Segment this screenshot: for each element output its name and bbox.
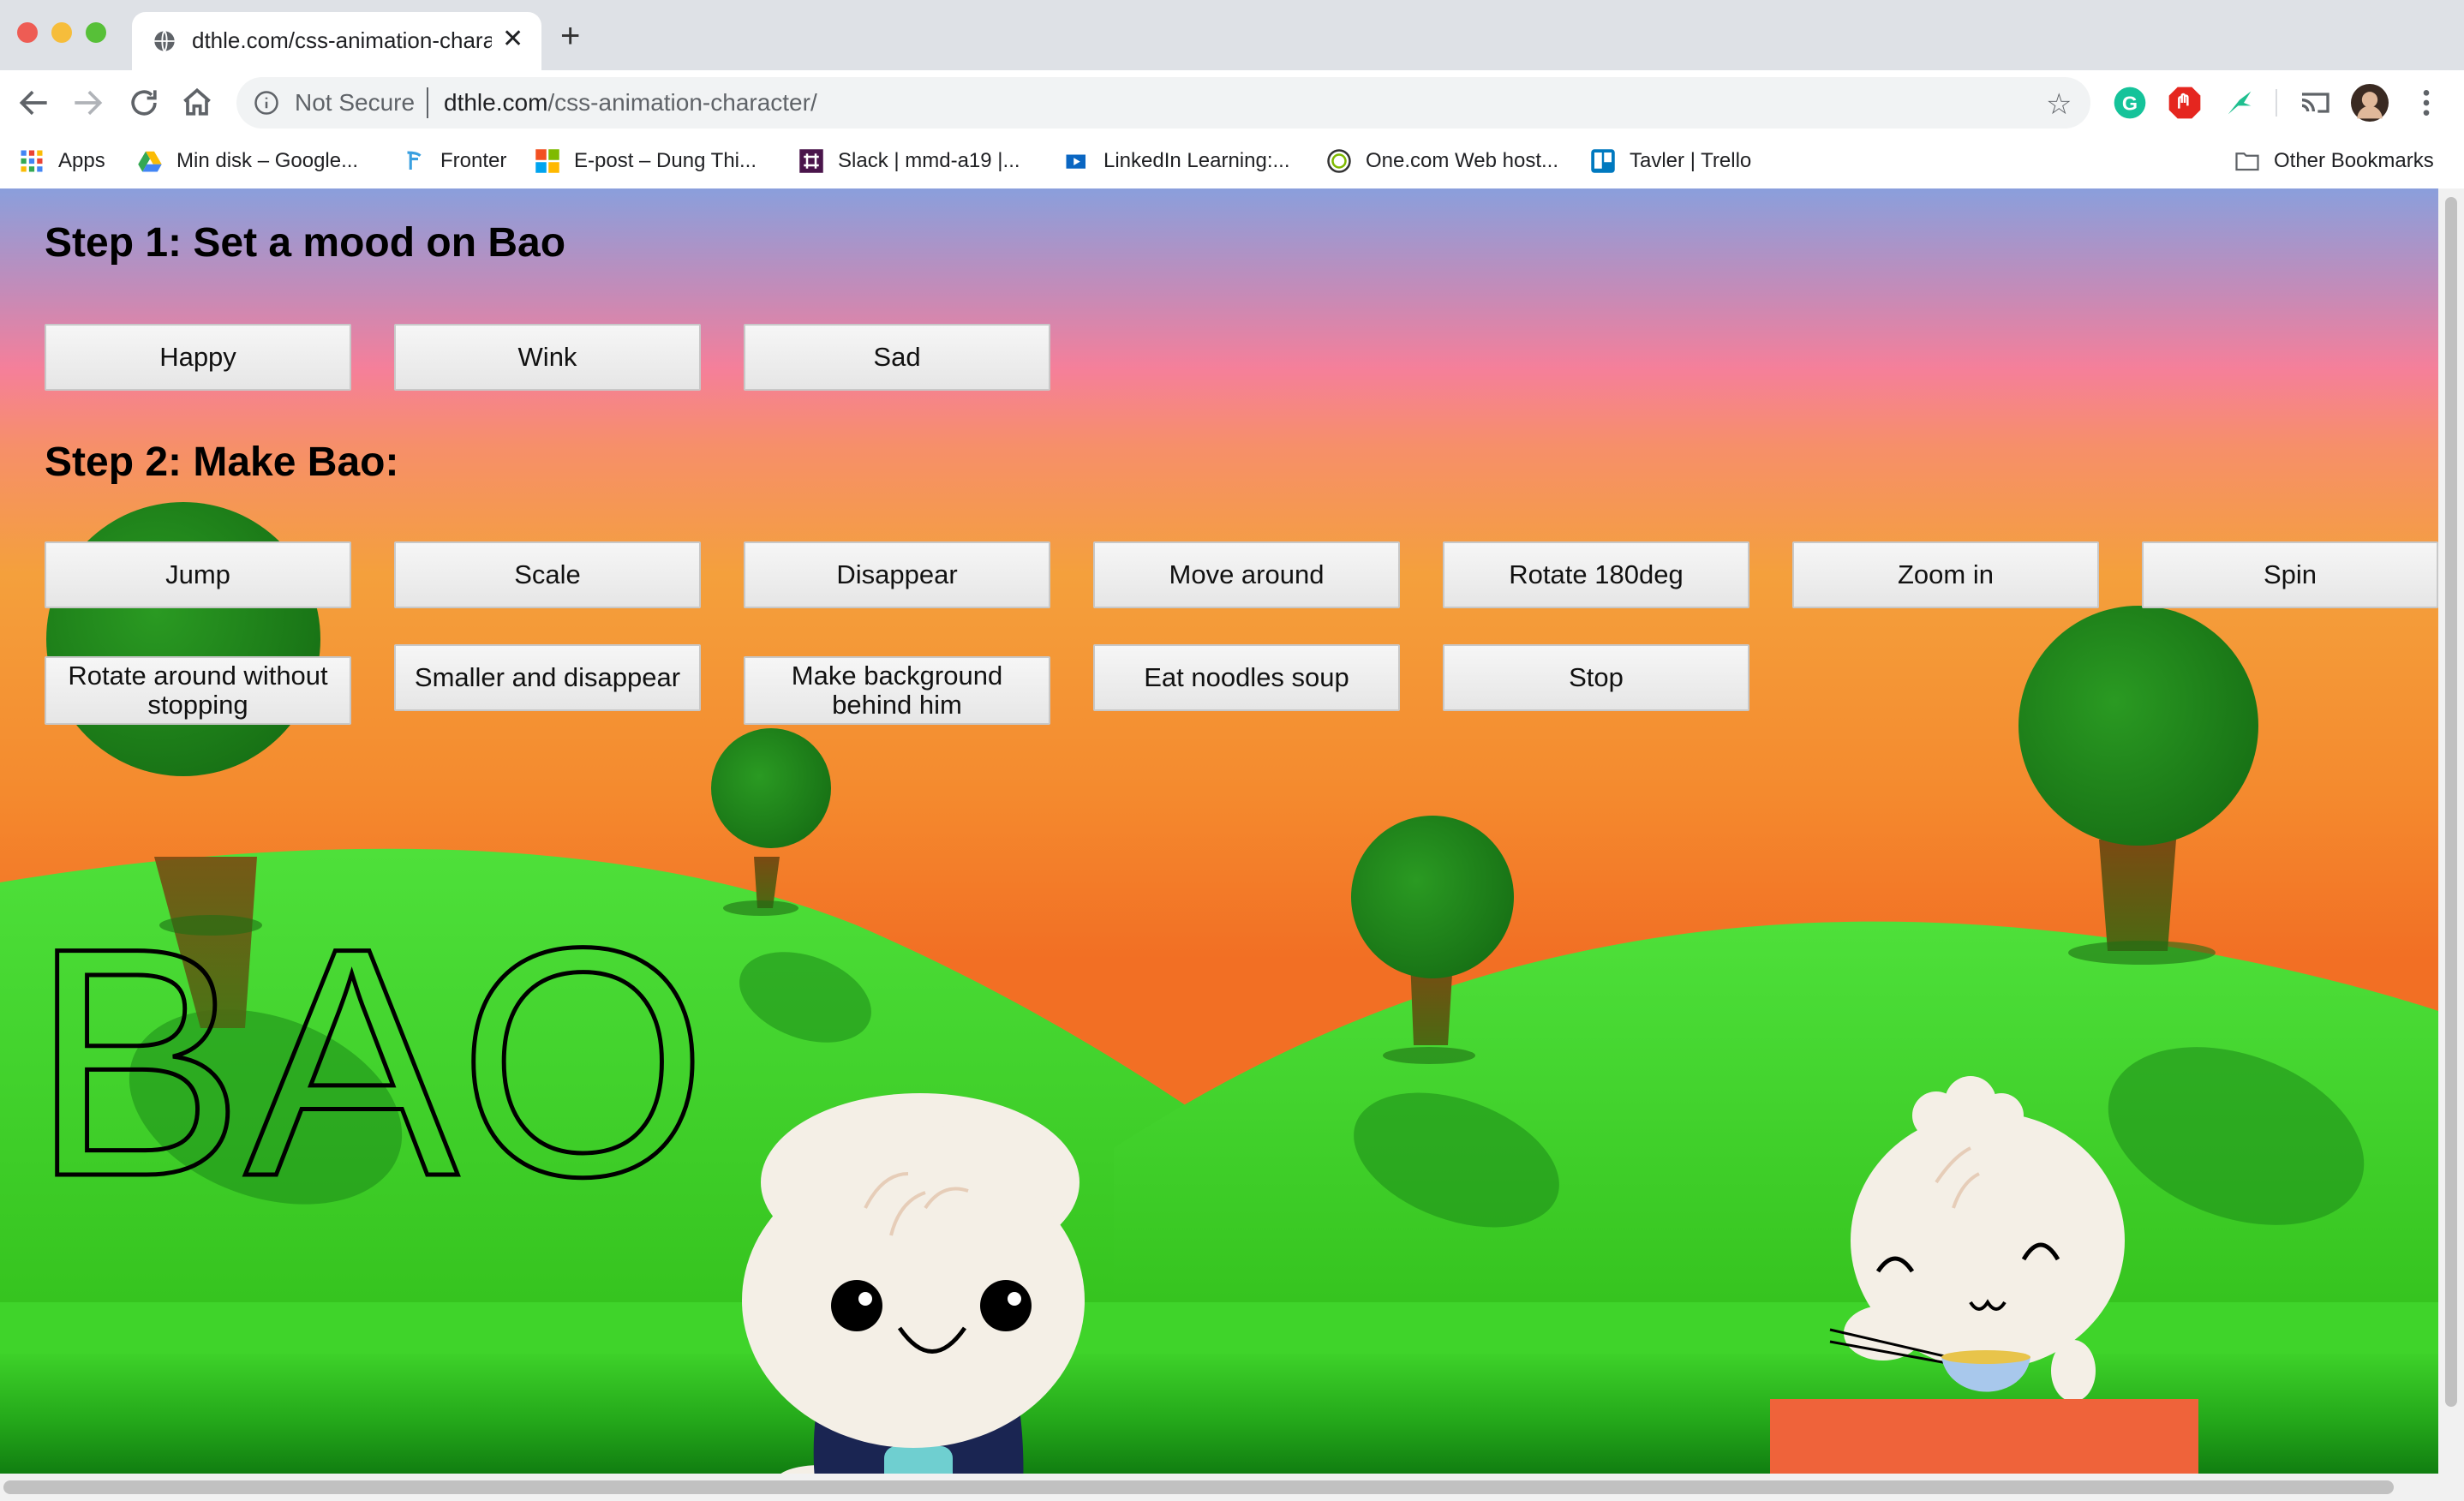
page-viewport: BAO Step 1: Set a mood on Bao Happy Wink… <box>0 188 2438 1474</box>
disappear-button[interactable]: Disappear <box>744 541 1050 608</box>
bookmark-label: One.com Web host... <box>1366 149 1558 172</box>
globe-icon <box>154 30 175 52</box>
back-icon[interactable] <box>15 84 53 122</box>
noodle-table <box>1770 1399 2198 1474</box>
close-window-button[interactable] <box>17 22 38 43</box>
info-icon[interactable] <box>254 90 279 116</box>
happy-button[interactable]: Happy <box>45 324 351 391</box>
new-tab-button[interactable]: + <box>560 19 580 53</box>
horizontal-scroll-thumb[interactable] <box>3 1480 2394 1494</box>
url-text[interactable]: dthle.com/css-animation-character/ <box>444 89 817 117</box>
bookmark-label: Min disk – Google... <box>176 149 359 172</box>
tab-title: dthle.com/css-animation-charac <box>192 27 492 53</box>
cast-icon[interactable] <box>2298 86 2332 120</box>
bookmark-label: LinkedIn Learning:... <box>1103 149 1290 172</box>
bookmark-label: Slack | mmd-a19 |... <box>838 149 1020 172</box>
tab-strip: dthle.com/css-animation-charac ✕ + <box>0 0 2464 70</box>
apps-grid-icon <box>21 150 43 172</box>
onecom-icon <box>1327 149 1351 173</box>
bookmark-apps[interactable]: Apps <box>19 142 105 180</box>
grammarly-icon[interactable]: G <box>2113 86 2147 120</box>
home-icon[interactable] <box>178 84 216 122</box>
profile-avatar[interactable] <box>2351 84 2389 122</box>
trello-icon <box>1591 149 1615 173</box>
jump-button[interactable]: Jump <box>45 541 351 608</box>
step1-heading: Step 1: Set a mood on Bao <box>45 220 566 266</box>
scale-button[interactable]: Scale <box>394 541 701 608</box>
toolbar-divider <box>2276 89 2277 117</box>
move-around-button[interactable]: Move around <box>1093 541 1400 608</box>
bookmark-fronter[interactable]: Fronter <box>401 142 506 180</box>
minimize-window-button[interactable] <box>51 22 72 43</box>
bookmark-trello[interactable]: Tavler | Trello <box>1590 142 1751 180</box>
linkedin-learning-icon <box>1066 154 1085 169</box>
tab-close-icon[interactable]: ✕ <box>502 24 523 54</box>
security-label: Not Secure <box>295 89 416 116</box>
sad-button[interactable]: Sad <box>744 324 1050 391</box>
bookmark-linkedin-learning[interactable]: LinkedIn Learning:... <box>1064 142 1290 180</box>
meadow-scene: BAO <box>0 502 2438 1474</box>
google-drive-icon <box>138 151 162 172</box>
maximize-window-button[interactable] <box>86 22 106 43</box>
microsoft-icon <box>535 149 559 173</box>
adblock-icon[interactable] <box>2168 86 2202 120</box>
reload-icon[interactable] <box>125 84 163 122</box>
bookmark-slack[interactable]: Slack | mmd-a19 |... <box>798 142 1020 180</box>
horizontal-scrollbar[interactable] <box>0 1474 2464 1501</box>
slack-icon <box>799 149 823 173</box>
bookmark-label: Tavler | Trello <box>1630 149 1752 172</box>
address-divider <box>427 87 428 118</box>
folder-icon <box>2235 152 2259 171</box>
url-path: /css-animation-character/ <box>547 89 817 116</box>
bookmark-label: Apps <box>58 149 105 172</box>
other-bookmarks[interactable]: Other Bookmarks <box>2234 142 2434 180</box>
rotate-around-button[interactable]: Rotate around without stopping <box>45 656 351 725</box>
step2-heading: Step 2: Make Bao: <box>45 440 399 485</box>
smaller-disappear-button[interactable]: Smaller and disappear <box>394 644 701 711</box>
forward-icon[interactable] <box>69 84 106 122</box>
bookmark-google-drive[interactable]: Min disk – Google... <box>137 142 358 180</box>
bookmark-epost[interactable]: E-post – Dung Thi... <box>535 142 757 180</box>
other-bookmarks-label: Other Bookmarks <box>2274 149 2434 172</box>
stop-button[interactable]: Stop <box>1443 644 1749 711</box>
make-background-button[interactable]: Make background behind him <box>744 656 1050 725</box>
bookmark-label: Fronter <box>440 149 507 172</box>
zoom-in-button[interactable]: Zoom in <box>1792 541 2099 608</box>
extension-hummingbird-icon[interactable] <box>2222 86 2257 120</box>
svg-text:G: G <box>2122 92 2138 114</box>
vertical-scroll-thumb[interactable] <box>2445 197 2457 1407</box>
fronter-icon <box>407 151 422 170</box>
browser-menu-icon[interactable] <box>2409 86 2443 120</box>
rotate-180-button[interactable]: Rotate 180deg <box>1443 541 1749 608</box>
vertical-scrollbar[interactable] <box>2438 188 2464 1474</box>
bookmark-onecom[interactable]: One.com Web host... <box>1326 142 1558 180</box>
browser-toolbar: Not Secure dthle.com/css-animation-chara… <box>0 70 2464 135</box>
bao-title-text: BAO <box>31 880 708 1244</box>
bookmark-star-icon[interactable]: ☆ <box>2046 87 2072 122</box>
bookmarks-bar: Apps Min disk – Google... Fronter E-post… <box>0 135 2464 190</box>
address-bar[interactable]: Not Secure dthle.com/css-animation-chara… <box>236 77 2090 129</box>
browser-tab[interactable]: dthle.com/css-animation-charac ✕ <box>132 12 541 70</box>
spin-button[interactable]: Spin <box>2142 541 2438 608</box>
url-host: dthle.com <box>444 89 548 116</box>
eat-noodles-button[interactable]: Eat noodles soup <box>1093 644 1400 711</box>
wink-button[interactable]: Wink <box>394 324 701 391</box>
tree-right <box>2018 606 2258 965</box>
bookmark-label: E-post – Dung Thi... <box>574 149 757 172</box>
